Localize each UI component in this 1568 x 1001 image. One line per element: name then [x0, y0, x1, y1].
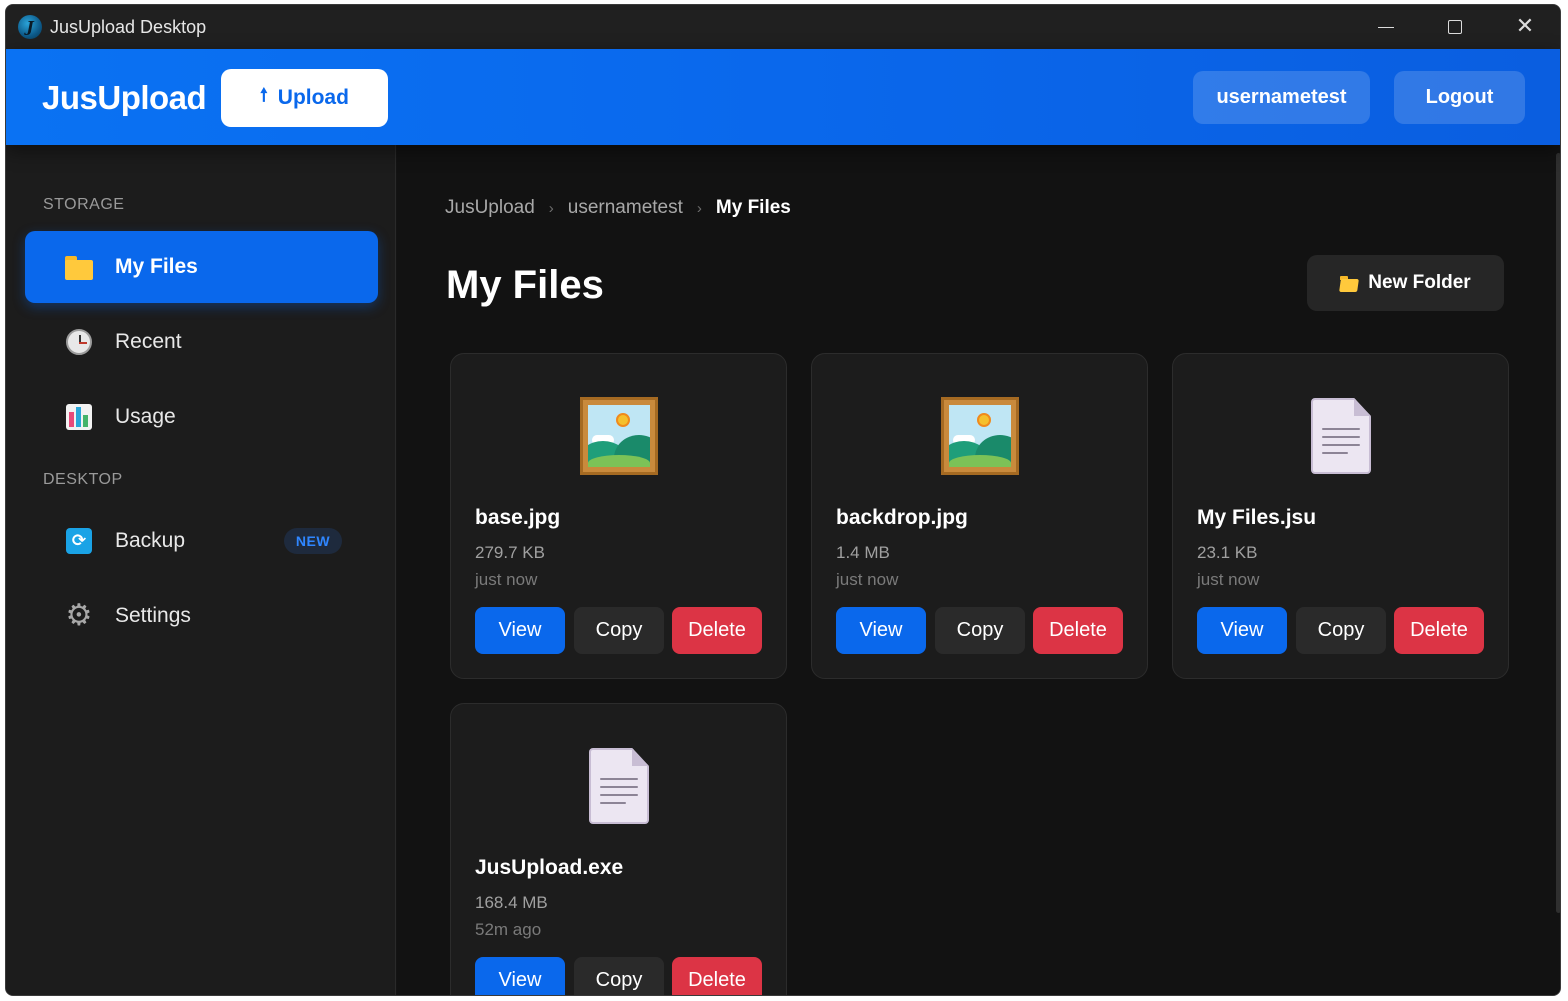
new-badge: NEW [284, 528, 342, 554]
delete-button[interactable]: Delete [1033, 607, 1123, 654]
file-card[interactable]: My Files.jsu 23.1 KB just now View Copy … [1172, 353, 1509, 679]
sidebar-item-settings[interactable]: ⚙ Settings [25, 580, 378, 652]
file-size: 23.1 KB [1197, 543, 1258, 562]
folder-icon [1339, 275, 1360, 292]
upload-button[interactable]: 🠕 Upload [221, 69, 388, 127]
file-name: JusUpload.exe [475, 856, 624, 879]
breadcrumb: JusUpload › usernametest › My Files [445, 197, 791, 219]
file-time: just now [475, 570, 538, 589]
view-button[interactable]: View [475, 607, 565, 654]
sidebar-item-usage[interactable]: Usage [25, 381, 378, 453]
close-button[interactable]: ✕ [1490, 5, 1560, 49]
sidebar-item-label: Backup [115, 529, 186, 552]
image-icon [940, 396, 1020, 476]
maximize-button[interactable] [1420, 5, 1490, 49]
file-card[interactable]: backdrop.jpg 1.4 MB just now View Copy D… [811, 353, 1148, 679]
gear-icon: ⚙ [65, 598, 93, 633]
sidebar-item-backup[interactable]: ⟳ Backup NEW [25, 505, 378, 577]
page-title: My Files [446, 263, 604, 307]
main-content: JusUpload › usernametest › My Files My F… [397, 145, 1560, 995]
file-size: 279.7 KB [475, 543, 545, 562]
sidebar-item-label: My Files [115, 255, 198, 278]
file-time: 52m ago [475, 920, 542, 939]
copy-button[interactable]: Copy [574, 957, 664, 995]
breadcrumb-item[interactable]: usernametest [568, 197, 683, 219]
document-icon [579, 746, 659, 826]
sidebar-item-recent[interactable]: Recent [25, 306, 378, 378]
title-bar: J JusUpload Desktop ✕ [6, 5, 1560, 49]
new-folder-button[interactable]: New Folder [1307, 255, 1504, 311]
upload-label: Upload [277, 86, 349, 109]
view-button[interactable]: View [836, 607, 926, 654]
chevron-right-icon: › [696, 199, 702, 217]
image-icon [579, 396, 659, 476]
close-icon: ✕ [1515, 14, 1535, 39]
delete-button[interactable]: Delete [672, 607, 762, 654]
breadcrumb-item[interactable]: JusUpload [445, 197, 535, 219]
user-menu-button[interactable]: usernametest [1193, 71, 1370, 124]
file-card[interactable]: JusUpload.exe 168.4 MB 52m ago View Copy… [450, 703, 787, 995]
view-button[interactable]: View [475, 957, 565, 995]
upload-arrow-icon: 🠕 [260, 85, 268, 105]
sidebar-item-label: Recent [115, 330, 182, 353]
file-size: 1.4 MB [836, 543, 890, 562]
breadcrumb-current: My Files [715, 197, 791, 218]
sidebar-item-label: Usage [115, 405, 176, 428]
view-button[interactable]: View [1197, 607, 1287, 654]
chart-icon [65, 403, 93, 431]
file-name: My Files.jsu [1197, 506, 1317, 529]
file-card[interactable]: base.jpg 279.7 KB just now View Copy Del… [450, 353, 787, 679]
brand-logo[interactable]: JusUpload [42, 79, 207, 117]
copy-button[interactable]: Copy [935, 607, 1025, 654]
clock-icon [65, 328, 93, 356]
section-label-desktop: DESKTOP [43, 471, 123, 488]
app-window: J JusUpload Desktop ✕ JusUpload 🠕 Upload… [5, 4, 1561, 996]
app-header: JusUpload 🠕 Upload usernametest Logout [6, 49, 1560, 145]
file-time: just now [836, 570, 899, 589]
file-name: backdrop.jpg [836, 506, 968, 529]
delete-button[interactable]: Delete [1394, 607, 1484, 654]
copy-button[interactable]: Copy [1296, 607, 1386, 654]
delete-button[interactable]: Delete [672, 957, 762, 995]
minimize-icon [1378, 26, 1394, 28]
maximize-icon [1448, 20, 1462, 34]
file-time: just now [1197, 570, 1260, 589]
file-size: 168.4 MB [475, 893, 548, 912]
copy-button[interactable]: Copy [574, 607, 664, 654]
logout-button[interactable]: Logout [1394, 71, 1525, 124]
new-folder-label: New Folder [1368, 272, 1471, 293]
sidebar: STORAGE My Files Recent Usage DESKTOP ⟳ … [6, 145, 396, 995]
sidebar-item-label: Settings [115, 604, 191, 627]
main-scrollbar[interactable] [1556, 153, 1560, 913]
minimize-button[interactable] [1351, 5, 1421, 49]
window-title: JusUpload Desktop [50, 17, 207, 37]
sidebar-item-my-files[interactable]: My Files [25, 231, 378, 303]
section-label-storage: STORAGE [43, 196, 125, 213]
document-icon [1301, 396, 1381, 476]
folder-icon [65, 253, 93, 281]
app-logo-icon: J [18, 15, 42, 39]
file-name: base.jpg [475, 506, 561, 529]
backup-icon: ⟳ [65, 527, 93, 555]
chevron-right-icon: › [548, 199, 554, 217]
